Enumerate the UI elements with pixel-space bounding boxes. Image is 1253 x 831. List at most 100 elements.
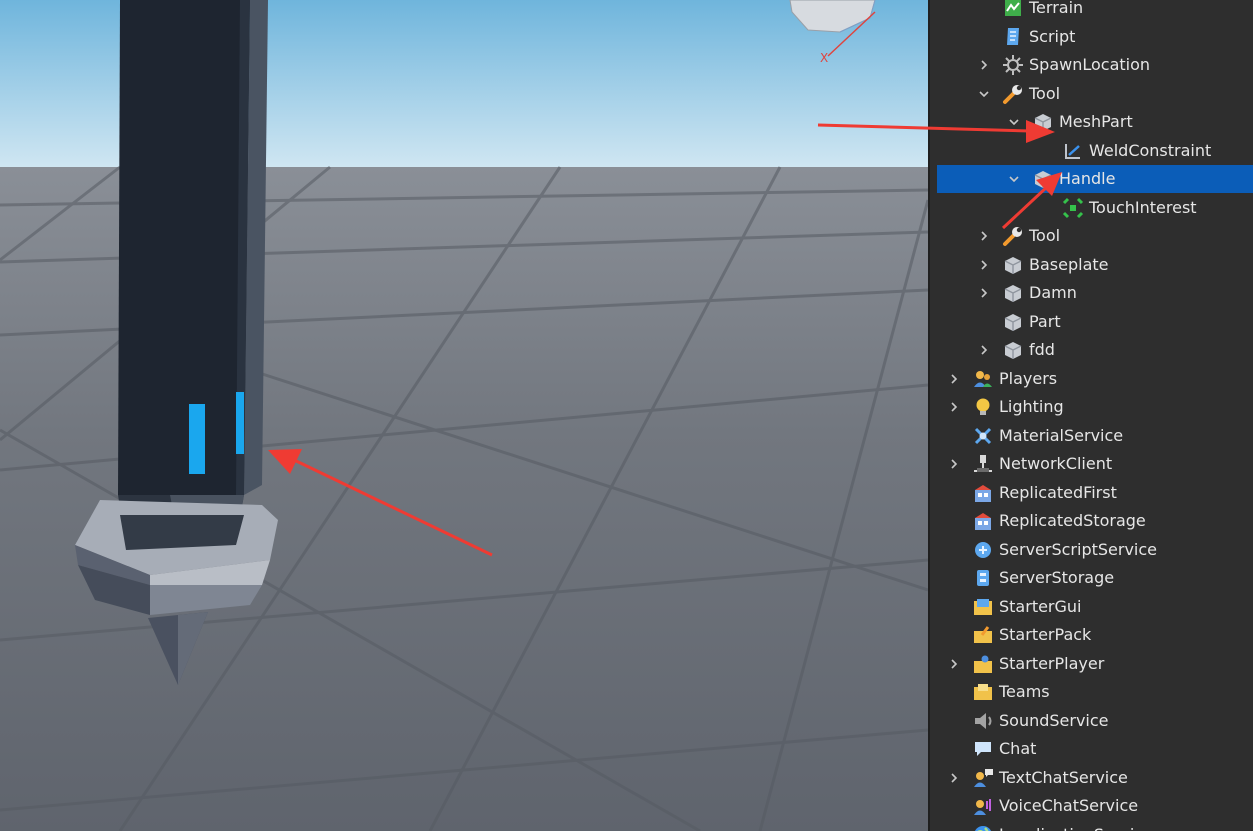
touch-interest-icon [1062,197,1084,219]
explorer-item-chat[interactable]: Chat [930,735,1253,763]
chevron-right-icon[interactable] [947,771,961,785]
part-icon [1002,282,1024,304]
chevron-right-icon[interactable] [977,229,991,243]
chevron-down-icon[interactable] [1007,115,1021,129]
explorer-item-label: SpawnLocation [1029,55,1151,74]
replicated-first-icon [972,482,994,504]
explorer-panel[interactable]: Terrain Script SpawnLocation Tool MeshPart We… [928,0,1253,831]
explorer-item-label: Lighting [999,397,1064,416]
viewport-3d[interactable]: X [0,0,928,831]
explorer-item-label: NetworkClient [999,454,1113,473]
chevron-right-icon[interactable] [947,400,961,414]
explorer-item-voicechatservice[interactable]: VoiceChatService [930,792,1253,820]
explorer-item-label: Baseplate [1029,254,1109,274]
explorer-item-replicatedstorage[interactable]: ReplicatedStorage [930,507,1253,535]
explorer-item-label: StarterPlayer [999,653,1105,673]
explorer-item-spawnlocation[interactable]: SpawnLocation [930,51,1253,79]
explorer-item-starterpack[interactable]: StarterPack [930,621,1253,649]
explorer-item-replicatedfirst[interactable]: ReplicatedFirst [930,479,1253,507]
explorer-item-starterplayer[interactable]: StarterPlayer [930,650,1253,678]
starter-player-icon [972,653,994,675]
explorer-item-label: ServerScriptService [999,539,1158,559]
server-storage-icon [972,567,994,589]
chevron-right-icon[interactable] [947,457,961,471]
explorer-item-tool[interactable]: Tool [930,80,1253,108]
explorer-item-script[interactable]: Script [930,23,1253,51]
explorer-item-label: MaterialService [999,425,1124,445]
explorer-item-label: Chat [999,739,1037,758]
explorer-item-label: Damn [1029,283,1077,302]
explorer-item-label: Script [1029,26,1076,46]
chevron-right-icon[interactable] [947,657,961,671]
explorer-item-startergui[interactable]: StarterGui [930,593,1253,621]
starter-pack-icon [972,624,994,646]
explorer-item-materialservice[interactable]: MaterialService [930,422,1253,450]
explorer-item-soundservice[interactable]: SoundService [930,707,1253,735]
explorer-item-label: ReplicatedStorage [999,511,1146,530]
explorer-item-touchinterest[interactable]: TouchInterest [930,194,1253,222]
chevron-right-icon[interactable] [977,343,991,357]
explorer-item-serverscriptservice[interactable]: ServerScriptService [930,536,1253,564]
explorer-item-label: Tool [1029,226,1061,245]
chevron-down-icon[interactable] [977,87,991,101]
chevron-right-icon[interactable] [947,372,961,386]
viewport-scene: X [0,0,928,831]
blue-accent-right [236,392,244,454]
tool-icon [1002,83,1024,105]
chevron-down-icon[interactable] [1007,172,1021,186]
explorer-item-label: StarterGui [999,596,1082,616]
explorer-item-baseplate[interactable]: Baseplate [930,251,1253,279]
explorer-item-damn[interactable]: Damn [930,279,1253,307]
explorer-item-lighting[interactable]: Lighting [930,393,1253,421]
blue-accent-left [189,404,205,474]
explorer-item-weldconstraint[interactable]: WeldConstraint [930,137,1253,165]
part-icon [1002,311,1024,333]
part-icon [1002,254,1024,276]
explorer-item-fdd[interactable]: fdd [930,336,1253,364]
server-script-service-icon [972,539,994,561]
chevron-right-icon[interactable] [977,58,991,72]
chat-icon [972,738,994,760]
script-icon [1002,26,1024,48]
explorer-item-tool[interactable]: Tool [930,222,1253,250]
sound-service-icon [972,710,994,732]
teams-icon [972,681,994,703]
explorer-item-label: Part [1029,311,1061,331]
explorer-item-localizationservice[interactable]: LocalizationService [930,821,1253,831]
explorer-item-label: TouchInterest [1089,197,1197,217]
localization-service-icon [972,824,994,831]
explorer-item-terrain[interactable]: Terrain [930,0,1253,22]
material-service-icon [972,425,994,447]
explorer-item-textchatservice[interactable]: TextChatService [930,764,1253,792]
explorer-item-label: TextChatService [999,767,1128,787]
explorer-item-label: VoiceChatService [999,796,1139,815]
explorer-item-label: Players [999,368,1058,388]
explorer-item-label: Handle [1059,169,1116,188]
replicated-storage-icon [972,510,994,532]
explorer-item-label: Tool [1029,83,1061,103]
weld-constraint-icon [1062,140,1084,162]
explorer-item-label: LocalizationService [999,825,1153,831]
explorer-item-serverstorage[interactable]: ServerStorage [930,564,1253,592]
explorer-item-label: SoundService [999,710,1109,730]
explorer-item-label: MeshPart [1059,112,1133,131]
spawn-location-icon [1002,54,1024,76]
explorer-item-teams[interactable]: Teams [930,678,1253,706]
explorer-item-meshpart[interactable]: MeshPart [930,108,1253,136]
terrain-icon [1002,0,1024,19]
part-icon [1002,339,1024,361]
explorer-item-label: ReplicatedFirst [999,482,1117,502]
players-icon [972,368,994,390]
explorer-item-players[interactable]: Players [930,365,1253,393]
part-icon [1032,168,1054,190]
explorer-item-handle[interactable]: Handle [937,165,1253,193]
explorer-item-part[interactable]: Part [930,308,1253,336]
explorer-item-label: ServerStorage [999,568,1115,587]
chevron-right-icon[interactable] [977,286,991,300]
explorer-item-label: Terrain [1029,0,1084,17]
starter-gui-icon [972,596,994,618]
explorer-item-label: Teams [999,682,1050,701]
chevron-right-icon[interactable] [977,258,991,272]
explorer-item-networkclient[interactable]: NetworkClient [930,450,1253,478]
explorer-item-label: StarterPack [999,625,1092,644]
